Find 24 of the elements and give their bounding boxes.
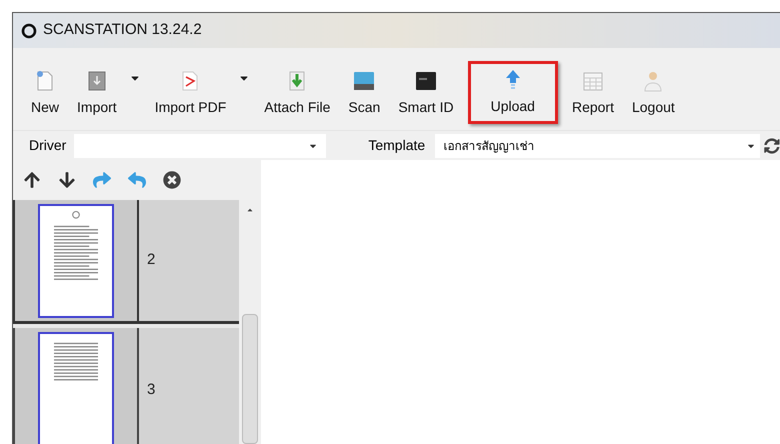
refresh-icon[interactable] — [764, 138, 780, 154]
scrollbar[interactable] — [239, 200, 261, 444]
scanner-icon — [352, 69, 376, 93]
field-label: Template — [368, 136, 426, 155]
toolbar-button[interactable]: Scan — [344, 69, 384, 118]
forward-arrow-icon[interactable] — [93, 171, 111, 189]
arrow-up-icon[interactable] — [23, 171, 41, 189]
toolbar-button[interactable]: Upload — [486, 68, 539, 117]
page-number: 2 — [147, 250, 156, 270]
field-label: Driver — [29, 136, 68, 155]
page-number: 3 — [147, 380, 156, 400]
toolbar-button[interactable]: Logout — [628, 69, 679, 118]
toolbar-button[interactable]: New — [27, 69, 64, 118]
toolbar-button[interactable]: Report — [568, 69, 618, 118]
id-card-icon — [414, 69, 438, 93]
window-title: SCANSTATION 13.24.2 — [43, 20, 202, 40]
toolbar-button[interactable]: Smart ID — [394, 69, 458, 118]
toolbar-button[interactable]: Import — [73, 69, 121, 118]
arrow-down-icon[interactable] — [58, 171, 76, 189]
template-select[interactable]: เอกสารสัญญาเช่า — [435, 134, 760, 158]
toolbar-button[interactable]: Import PDF — [150, 69, 230, 118]
back-arrow-icon[interactable] — [128, 171, 146, 189]
toolbar-button[interactable]: Attach File — [260, 69, 334, 118]
app-logo-icon — [21, 22, 37, 38]
